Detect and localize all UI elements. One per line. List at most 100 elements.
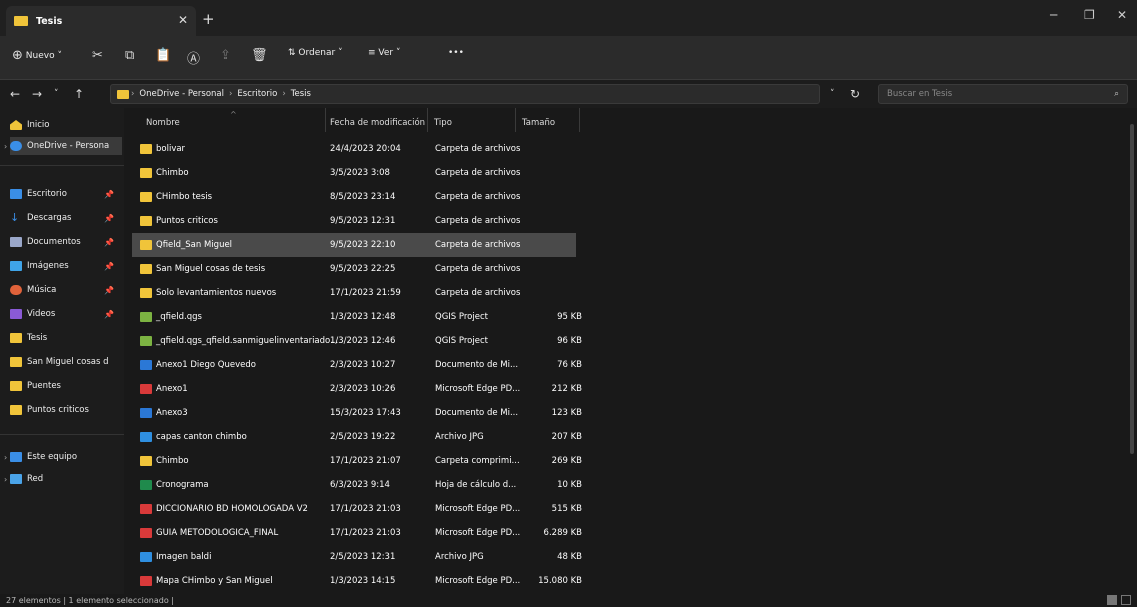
table-row[interactable]: Solo levantamientos nuevos 17/1/2023 21:5… [132,281,576,305]
table-row[interactable]: CHimbo tesis 8/5/2023 23:14 Carpeta de arc… [132,185,576,209]
rename-icon[interactable]: Ⓐ [187,48,200,67]
back-arrow-icon[interactable]: ← [10,87,20,101]
table-row[interactable]: _qfield.qgs_qfield.sanmiguelinventariado… [132,329,582,353]
sidebar-item-san-miguel[interactable]: San Miguel cosas d [10,353,122,371]
new-tab-button[interactable]: + [202,10,215,28]
search-input[interactable]: Buscar en Tesis ⌕ [878,84,1128,104]
sidebar-item-label: Puentes [27,381,61,391]
table-row[interactable]: DICCIONARIO BD HOMOLOGADA V2 17/1/2023 21… [132,497,582,521]
sidebar-item-puentes[interactable]: Puentes [10,377,122,395]
window-tab[interactable]: Tesis ✕ [6,6,196,36]
table-row[interactable]: GUIA METODOLOGICA_FINAL 17/1/2023 21:03 Mi… [132,521,582,545]
table-row[interactable]: Anexo3 15/3/2023 17:43 Documento de Mi... 1… [132,401,582,425]
recent-chevron-icon[interactable]: ˅ [54,89,59,99]
sidebar-item-puntos-criticos[interactable]: Puntos criticos [10,401,122,419]
computer-icon [10,452,22,462]
table-row[interactable]: Mapa CHimbo y San Miguel 1/3/2023 14:15 Mi… [132,569,582,593]
pin-icon[interactable]: 📌 [104,214,114,223]
sort-button[interactable]: ⇅ Ordenar ˅ [288,48,343,58]
table-row[interactable]: _qfield.qgs 1/3/2023 12:48 QGIS Project 95 … [132,305,582,329]
details-view-icon[interactable] [1107,595,1117,605]
breadcrumb-onedrive[interactable]: OneDrive - Personal [139,89,224,99]
table-row[interactable]: Qfield_San Miguel 9/5/2023 22:10 Carpeta d… [132,233,576,257]
chevron-down-icon: ˅ [57,50,62,61]
breadcrumb-tesis[interactable]: Tesis [291,89,311,99]
close-window-button[interactable]: ✕ [1117,8,1127,22]
sort-icon: ⇅ [288,48,296,58]
up-arrow-icon[interactable]: ↑ [74,87,84,101]
sidebar-item-documentos[interactable]: Documentos 📌 [10,233,122,251]
sidebar-item-onedrive[interactable]: › OneDrive - Persona [4,137,122,155]
column-header-name[interactable]: Nombre ^ [132,108,326,132]
pin-icon[interactable]: 📌 [104,238,114,247]
file-type: Carpeta de archivos [435,144,521,154]
address-dropdown-icon[interactable]: ˅ [830,89,835,99]
address-bar[interactable]: › OneDrive - Personal › Escritorio › Tes… [110,84,820,104]
sidebar-item-inicio[interactable]: Inicio [10,116,122,134]
pin-icon[interactable]: 📌 [104,286,114,295]
pin-icon[interactable]: 📌 [104,190,114,199]
file-date: 3/5/2023 3:08 [330,168,390,178]
share-icon[interactable]: ⇪ [220,48,231,63]
table-row[interactable]: Cronograma 6/3/2023 9:14 Hoja de cálculo d… [132,473,582,497]
sidebar-item-red[interactable]: › Red [4,470,122,488]
column-header-size[interactable]: Tamaño [516,108,580,132]
folder-icon [10,405,22,415]
refresh-icon[interactable]: ↻ [850,87,860,101]
sidebar-item-musica[interactable]: Música 📌 [10,281,122,299]
file-type: Hoja de cálculo d... [435,480,517,490]
file-name: Puntos criticos [156,216,218,226]
chevron-right-icon[interactable]: › [4,475,7,484]
sidebar-item-imagenes[interactable]: Imágenes 📌 [10,257,122,275]
vertical-scrollbar[interactable] [1130,124,1134,454]
pin-icon[interactable]: 📌 [104,262,114,271]
breadcrumb-separator: › [131,89,135,99]
table-row[interactable]: Anexo1 Diego Quevedo 2/3/2023 10:27 Docume… [132,353,582,377]
jpg-icon [140,552,152,562]
file-type: Archivo JPG [435,432,484,442]
sidebar-item-tesis[interactable]: Tesis [10,329,122,347]
chevron-right-icon[interactable]: › [4,453,7,462]
maximize-button[interactable]: ❐ [1084,8,1095,22]
cut-icon[interactable]: ✂ [92,48,103,63]
chevron-right-icon[interactable]: › [4,142,7,151]
file-name: Anexo1 [156,384,188,394]
word-icon [140,360,152,370]
file-type: Archivo JPG [435,552,484,562]
sidebar-item-label: Música [27,285,57,295]
file-name: Qfield_San Miguel [156,240,233,250]
documents-icon [10,237,22,247]
file-type: Microsoft Edge PD... [435,576,521,586]
file-size: 48 KB [557,552,582,562]
table-row[interactable]: Chimbo 17/1/2023 21:07 Carpeta comprimi...… [132,449,582,473]
table-row[interactable]: capas canton chimbo 2/5/2023 19:22 Archivo… [132,425,582,449]
command-bar: ⊕ Nuevo ˅ ✂ ⧉ 📋 Ⓐ ⇪ 🗑 ⇅ Ordenar ˅ ≡ Ver … [0,36,1137,80]
pin-icon[interactable]: 📌 [104,310,114,319]
table-row[interactable]: Chimbo 3/5/2023 3:08 Carpeta de archivos [132,161,576,185]
column-header-date[interactable]: Fecha de modificación [326,108,428,132]
view-button[interactable]: ≡ Ver ˅ [368,48,401,58]
tiles-view-icon[interactable] [1121,595,1131,605]
sidebar-item-escritorio[interactable]: Escritorio 📌 [10,185,122,203]
sidebar-item-este-equipo[interactable]: › Este equipo [4,448,122,466]
sidebar-item-label: Imágenes [27,261,69,271]
close-tab-icon[interactable]: ✕ [178,13,188,27]
copy-icon[interactable]: ⧉ [125,48,134,63]
sidebar-item-descargas[interactable]: ↓ Descargas 📌 [10,209,122,227]
table-row[interactable]: Puntos criticos 9/5/2023 12:31 Carpeta de … [132,209,576,233]
breadcrumb-escritorio[interactable]: Escritorio [237,89,277,99]
file-type: Documento de Mi... [435,408,519,418]
new-button[interactable]: ⊕ Nuevo ˅ [12,48,62,63]
table-row[interactable]: Anexo1 2/3/2023 10:26 Microsoft Edge PD...… [132,377,582,401]
delete-icon[interactable]: 🗑 [251,48,268,63]
column-name-label: Nombre [146,118,180,128]
table-row[interactable]: San Miguel cosas de tesis 9/5/2023 22:25 C… [132,257,576,281]
paste-icon[interactable]: 📋 [155,48,171,63]
column-header-type[interactable]: Tipo [428,108,516,132]
table-row[interactable]: bolivar 24/4/2023 20:04 Carpeta de archivo… [132,137,576,161]
more-options-button[interactable]: ••• [448,48,464,58]
sidebar-item-videos[interactable]: Videos 📌 [10,305,122,323]
table-row[interactable]: Imagen baldi 2/5/2023 12:31 Archivo JPG 48 … [132,545,582,569]
minimize-button[interactable]: ─ [1050,8,1057,22]
forward-arrow-icon[interactable]: → [32,87,42,101]
